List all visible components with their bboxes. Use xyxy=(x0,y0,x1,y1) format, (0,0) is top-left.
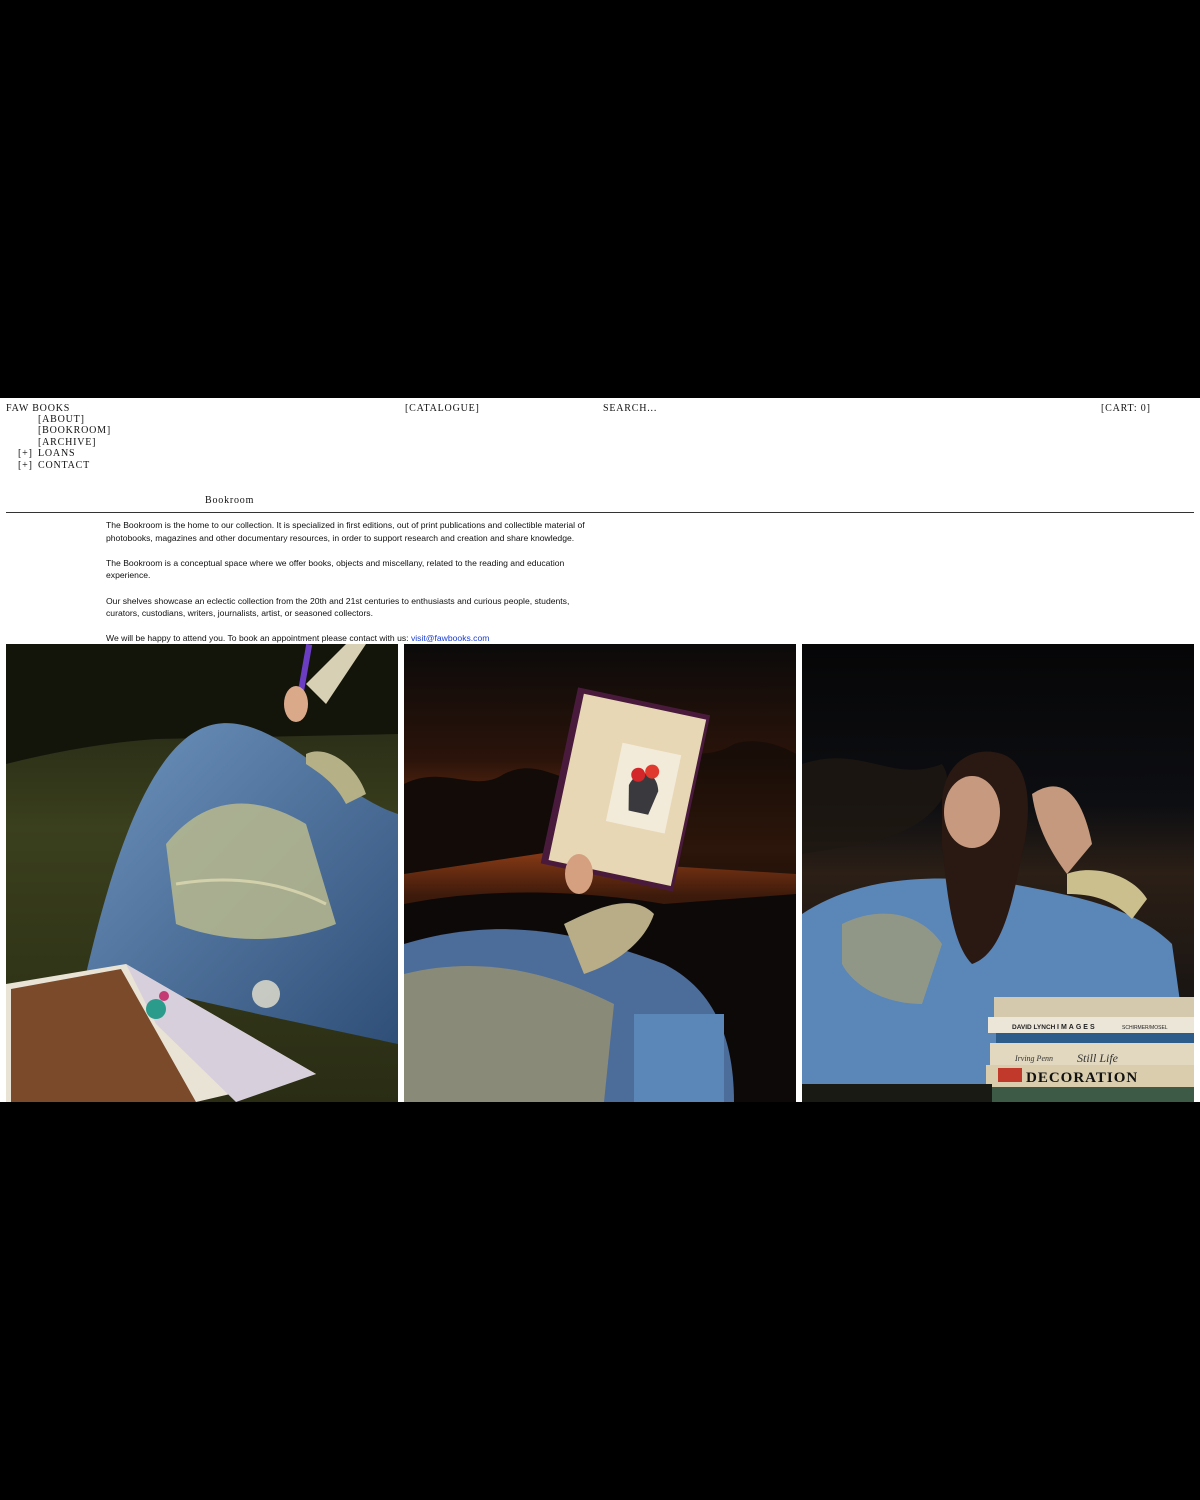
photo-reader-grass xyxy=(6,644,398,1102)
spine-text: DECORATION xyxy=(1026,1070,1138,1086)
spine-text: DAVID LYNCH xyxy=(1012,1024,1056,1031)
expand-icon[interactable]: [+] xyxy=(18,448,38,459)
page-title: Bookroom xyxy=(205,495,255,506)
expand-icon[interactable]: [+] xyxy=(18,460,38,471)
spine-text: SCHIRMER/MOSEL xyxy=(1122,1025,1168,1031)
menu-label: LOANS xyxy=(38,448,76,460)
side-menu: [ABOUT] [BOOKROOM] [ARCHIVE] [+] LOANS [… xyxy=(18,414,111,471)
gallery-photo-3[interactable]: DAVID LYNCH IMAGES SCHIRMER/MOSEL Irving… xyxy=(802,644,1194,1102)
menu-prefix xyxy=(18,437,38,448)
menu-item-archive[interactable]: [ARCHIVE] xyxy=(18,437,111,448)
spine-text: IMAGES xyxy=(1057,1024,1097,1031)
menu-label: [BOOKROOM] xyxy=(38,425,111,437)
paragraph: The Bookroom is a conceptual space where… xyxy=(106,557,565,581)
photo-gallery: DAVID LYNCH IMAGES SCHIRMER/MOSEL Irving… xyxy=(6,644,1194,1102)
search-input[interactable] xyxy=(603,403,743,414)
menu-label: [ARCHIVE] xyxy=(38,436,97,448)
menu-label: [ABOUT] xyxy=(38,414,85,425)
page: FAW BOOKS [CATALOGUE] [CART: 0] [ABOUT] … xyxy=(0,398,1200,1102)
spine-text: Still Life xyxy=(1077,1051,1119,1065)
paragraph: The Bookroom is the home to our collecti… xyxy=(106,520,585,543)
menu-item-loans[interactable]: [+] LOANS xyxy=(18,448,111,459)
site-logo[interactable]: FAW BOOKS xyxy=(6,403,70,414)
divider xyxy=(6,512,1194,513)
spine-text: Irving Penn xyxy=(1014,1054,1053,1063)
photo-reader-sunset xyxy=(404,644,796,1102)
email-link[interactable]: visit@fawbooks.com xyxy=(411,633,489,643)
photo-reader-books: DAVID LYNCH IMAGES SCHIRMER/MOSEL Irving… xyxy=(802,644,1194,1102)
catalogue-link[interactable]: [CATALOGUE] xyxy=(405,403,480,414)
menu-prefix xyxy=(18,414,38,425)
menu-prefix xyxy=(18,425,38,436)
menu-item-contact[interactable]: [+] CONTACT xyxy=(18,460,111,471)
paragraph: Our shelves showcase an eclectic collect… xyxy=(106,595,570,619)
gallery-photo-1[interactable] xyxy=(6,644,398,1102)
gallery-photo-2[interactable] xyxy=(404,644,796,1102)
bookroom-description: The Bookroom is the home to our collecti… xyxy=(106,519,586,658)
menu-item-about[interactable]: [ABOUT] xyxy=(18,414,111,425)
contact-text: We will be happy to attend you. To book … xyxy=(106,633,409,644)
book-stack: DAVID LYNCH IMAGES SCHIRMER/MOSEL Irving… xyxy=(986,997,1194,1102)
menu-item-bookroom[interactable]: [BOOKROOM] xyxy=(18,425,111,436)
cart-link[interactable]: [CART: 0] xyxy=(1101,403,1151,414)
menu-label: CONTACT xyxy=(38,459,91,471)
